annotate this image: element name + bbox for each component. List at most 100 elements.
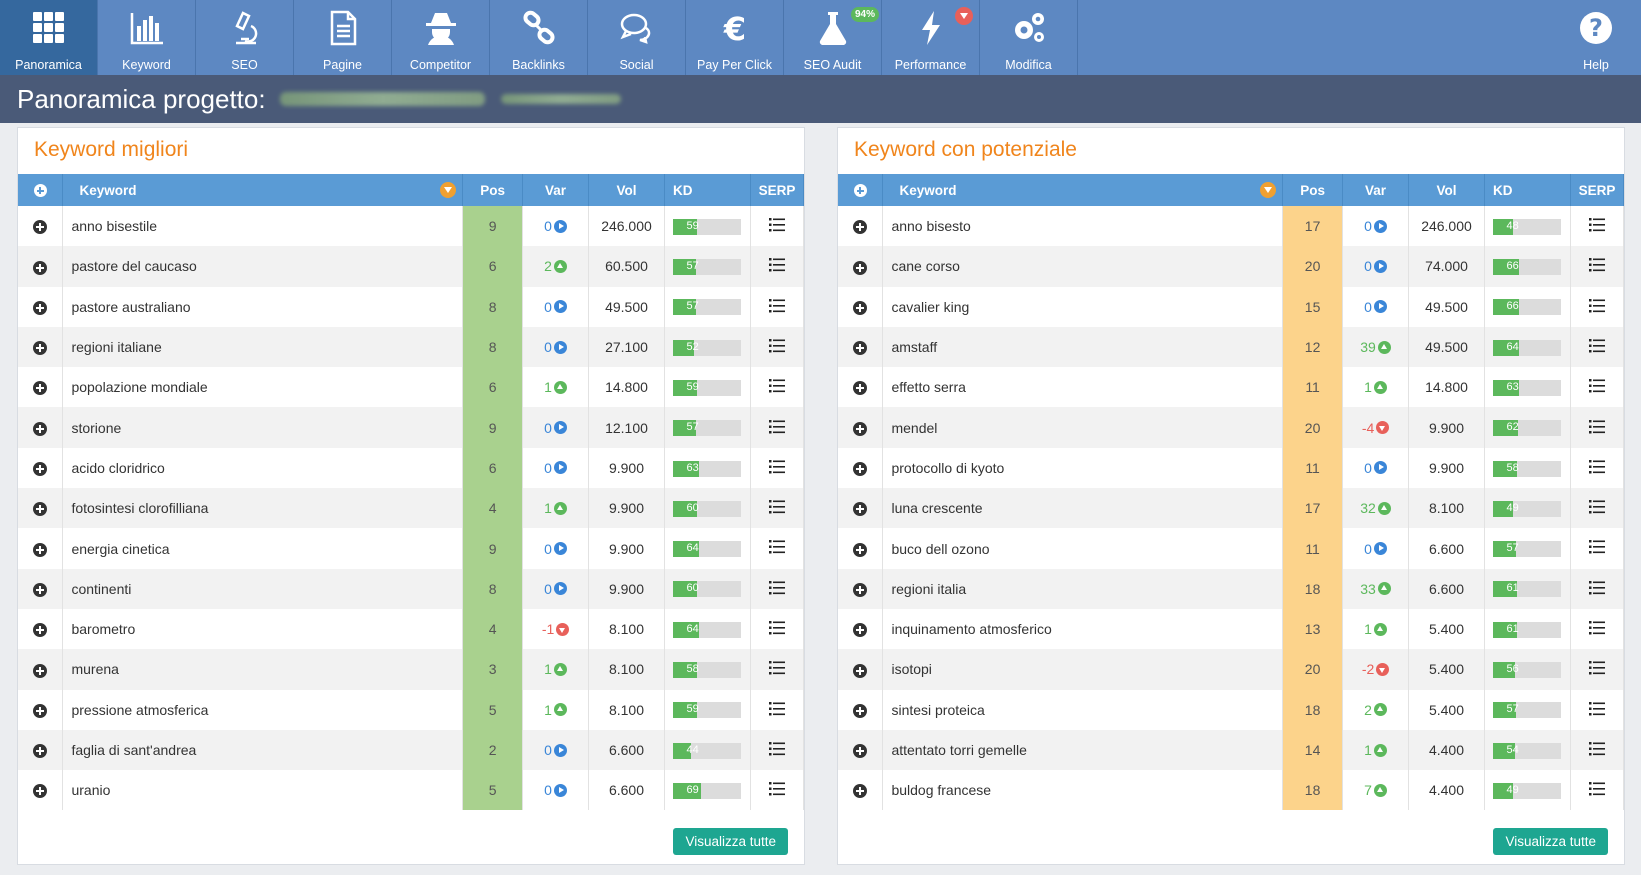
serp-cell[interactable] [750,608,805,650]
nav-seo-audit[interactable]: SEO Audit 94% [784,0,882,75]
serp-cell[interactable] [750,649,805,690]
nav-panoramica[interactable]: Panoramica [0,0,98,75]
serp-header[interactable]: SERP [1570,174,1625,206]
list-icon[interactable] [768,379,785,396]
list-icon[interactable] [1588,218,1605,235]
expand-cell[interactable] [18,649,64,690]
serp-cell[interactable] [1570,367,1625,408]
expand-cell[interactable] [18,206,64,247]
serp-cell[interactable] [750,206,805,247]
expand-cell[interactable] [18,407,64,448]
serp-cell[interactable] [750,568,805,609]
serp-cell[interactable] [1570,649,1625,690]
serp-cell[interactable] [750,770,805,811]
list-icon[interactable] [768,741,785,759]
expand-cell[interactable] [838,286,884,327]
expand-cell[interactable] [18,770,64,811]
pos-header[interactable]: Pos [462,174,524,206]
list-icon[interactable] [768,661,785,678]
expand-cell[interactable] [18,488,64,529]
expand-cell[interactable] [838,608,884,650]
expand-cell[interactable] [838,407,884,448]
list-icon[interactable] [1588,500,1605,517]
expand-cell[interactable] [838,528,884,569]
view-all-button[interactable]: Visualizza tutte [1493,828,1608,855]
list-icon[interactable] [1588,298,1605,316]
serp-cell[interactable] [1570,770,1625,811]
expand-cell[interactable] [838,206,884,247]
list-icon[interactable] [1588,459,1605,477]
list-icon[interactable] [768,218,785,235]
keyword-header[interactable]: Keyword [882,174,1284,206]
expand-cell[interactable] [18,729,64,771]
vol-header[interactable]: Vol [1408,174,1485,206]
expand-cell[interactable] [838,246,884,287]
serp-cell[interactable] [750,488,805,529]
nav-seo[interactable]: SEO [196,0,294,75]
expand-cell[interactable] [838,689,884,730]
serp-cell[interactable] [1570,729,1625,771]
serp-cell[interactable] [1570,447,1625,489]
list-icon[interactable] [1588,419,1605,437]
list-icon[interactable] [1588,741,1605,759]
serp-cell[interactable] [1570,689,1625,730]
list-icon[interactable] [1588,701,1605,719]
serp-cell[interactable] [1570,407,1625,448]
expand-cell[interactable] [838,729,884,771]
expand-cell[interactable] [838,447,884,489]
nav-modifica[interactable]: Modifica [980,0,1078,75]
serp-cell[interactable] [1570,608,1625,650]
serp-cell[interactable] [1570,206,1625,247]
nav-pagine[interactable]: Pagine [294,0,392,75]
serp-cell[interactable] [1570,286,1625,327]
serp-cell[interactable] [1570,488,1625,529]
expand-cell[interactable] [18,608,64,650]
expand-cell[interactable] [18,326,64,368]
list-icon[interactable] [768,459,785,477]
expand-cell[interactable] [838,568,884,609]
list-icon[interactable] [1588,661,1605,678]
serp-cell[interactable] [750,447,805,489]
list-icon[interactable] [768,298,785,316]
serp-cell[interactable] [750,729,805,771]
list-icon[interactable] [768,782,785,799]
list-icon[interactable] [768,540,785,557]
expand-cell[interactable] [838,326,884,368]
list-icon[interactable] [768,338,785,356]
list-icon[interactable] [1588,338,1605,356]
serp-cell[interactable] [750,326,805,368]
nav-backlinks[interactable]: Backlinks [490,0,588,75]
list-icon[interactable] [768,500,785,517]
var-header[interactable]: Var [522,174,590,206]
serp-cell[interactable] [1570,568,1625,609]
kd-header[interactable]: KD [1484,174,1571,206]
serp-cell[interactable] [1570,326,1625,368]
expand-cell[interactable] [838,770,884,811]
serp-cell[interactable] [750,528,805,569]
filter-icon[interactable] [1260,182,1277,198]
expand-cell[interactable] [18,447,64,489]
expand-cell[interactable] [18,286,64,327]
expand-cell[interactable] [838,488,884,529]
var-header[interactable]: Var [1342,174,1410,206]
view-all-button[interactable]: Visualizza tutte [673,828,788,855]
serp-cell[interactable] [1570,528,1625,569]
list-icon[interactable] [1588,540,1605,557]
list-icon[interactable] [768,701,785,719]
expand-cell[interactable] [18,568,64,609]
expand-all-header[interactable] [838,174,884,206]
expand-cell[interactable] [18,689,64,730]
nav-pay-per-click[interactable]: € Pay Per Click [686,0,784,75]
nav-performance[interactable]: Performance [882,0,980,75]
nav-help[interactable]: ? Help [1551,0,1641,75]
vol-header[interactable]: Vol [588,174,665,206]
serp-cell[interactable] [750,246,805,287]
keyword-header[interactable]: Keyword [62,174,464,206]
list-icon[interactable] [1588,379,1605,396]
filter-icon[interactable] [440,182,457,198]
list-icon[interactable] [1588,580,1605,598]
nav-competitor[interactable]: Competitor [392,0,490,75]
list-icon[interactable] [1588,621,1605,638]
serp-cell[interactable] [750,689,805,730]
serp-cell[interactable] [750,367,805,408]
